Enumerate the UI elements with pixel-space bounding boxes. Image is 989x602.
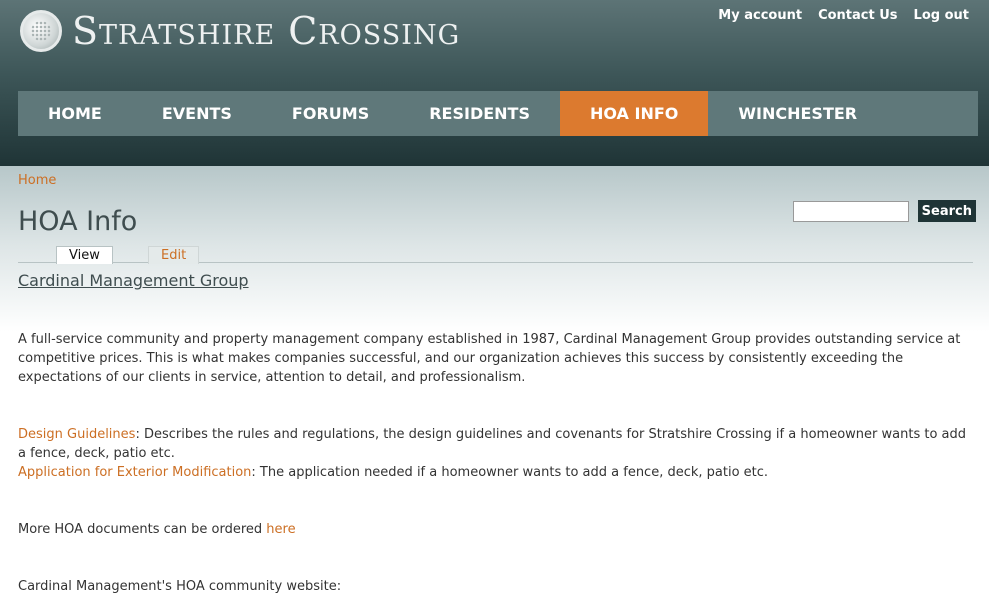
org-link[interactable]: Cardinal Management Group bbox=[18, 271, 249, 290]
golf-ball-icon bbox=[20, 10, 62, 52]
more-documents-link[interactable]: here bbox=[266, 522, 295, 537]
search-input[interactable] bbox=[792, 200, 909, 222]
search-button[interactable]: Search bbox=[917, 200, 976, 222]
local-tabs: View Edit bbox=[18, 246, 973, 264]
site-name: Stratshire Crossing bbox=[72, 9, 461, 53]
nav-events[interactable]: EVENTS bbox=[132, 91, 262, 136]
site-logo[interactable]: Stratshire Crossing bbox=[20, 8, 460, 54]
intro-paragraph: A full-service community and property ma… bbox=[18, 332, 961, 385]
nav-winchester[interactable]: WINCHESTER bbox=[708, 91, 887, 136]
nav-home[interactable]: HOME bbox=[18, 91, 132, 136]
community-website-text: Cardinal Management's HOA community webs… bbox=[18, 579, 342, 594]
design-guidelines-description: : Describes the rules and regulations, t… bbox=[18, 427, 967, 461]
my-account-link[interactable]: My account bbox=[718, 8, 802, 23]
main-content: Home HOA Info Search View Edit Cardinal … bbox=[0, 166, 989, 602]
log-out-link[interactable]: Log out bbox=[914, 8, 969, 23]
secondary-links: My account Contact Us Log out bbox=[718, 8, 969, 23]
documents-list: Design Guidelines: Describes the rules a… bbox=[18, 425, 973, 482]
site-header: Stratshire Crossing My account Contact U… bbox=[0, 0, 989, 166]
nav-residents[interactable]: RESIDENTS bbox=[399, 91, 560, 136]
nav-forums[interactable]: FORUMS bbox=[262, 91, 399, 136]
tab-view[interactable]: View bbox=[56, 246, 113, 264]
contact-us-link[interactable]: Contact Us bbox=[818, 8, 897, 23]
breadcrumb: Home bbox=[18, 173, 56, 188]
more-documents-text: More HOA documents can be ordered here bbox=[18, 520, 973, 539]
list-item: Design Guidelines: Describes the rules a… bbox=[18, 425, 973, 463]
exterior-modification-description: : The application needed if a homeowner … bbox=[251, 465, 769, 480]
nav-hoa-info[interactable]: HOA INFO bbox=[559, 91, 709, 136]
breadcrumb-home-link[interactable]: Home bbox=[18, 173, 56, 188]
exterior-modification-link[interactable]: Application for Exterior Modification bbox=[18, 465, 251, 480]
node-content: Cardinal Management Group A full-service… bbox=[18, 271, 973, 596]
search-form: Search bbox=[792, 200, 976, 222]
page-title: HOA Info bbox=[18, 206, 138, 237]
list-item: Application for Exterior Modification: T… bbox=[18, 463, 973, 482]
primary-nav: HOME EVENTS FORUMS RESIDENTS HOA INFO WI… bbox=[18, 91, 978, 136]
tab-edit[interactable]: Edit bbox=[148, 246, 200, 264]
more-documents-label: More HOA documents can be ordered bbox=[18, 522, 267, 537]
design-guidelines-link[interactable]: Design Guidelines bbox=[18, 427, 135, 442]
